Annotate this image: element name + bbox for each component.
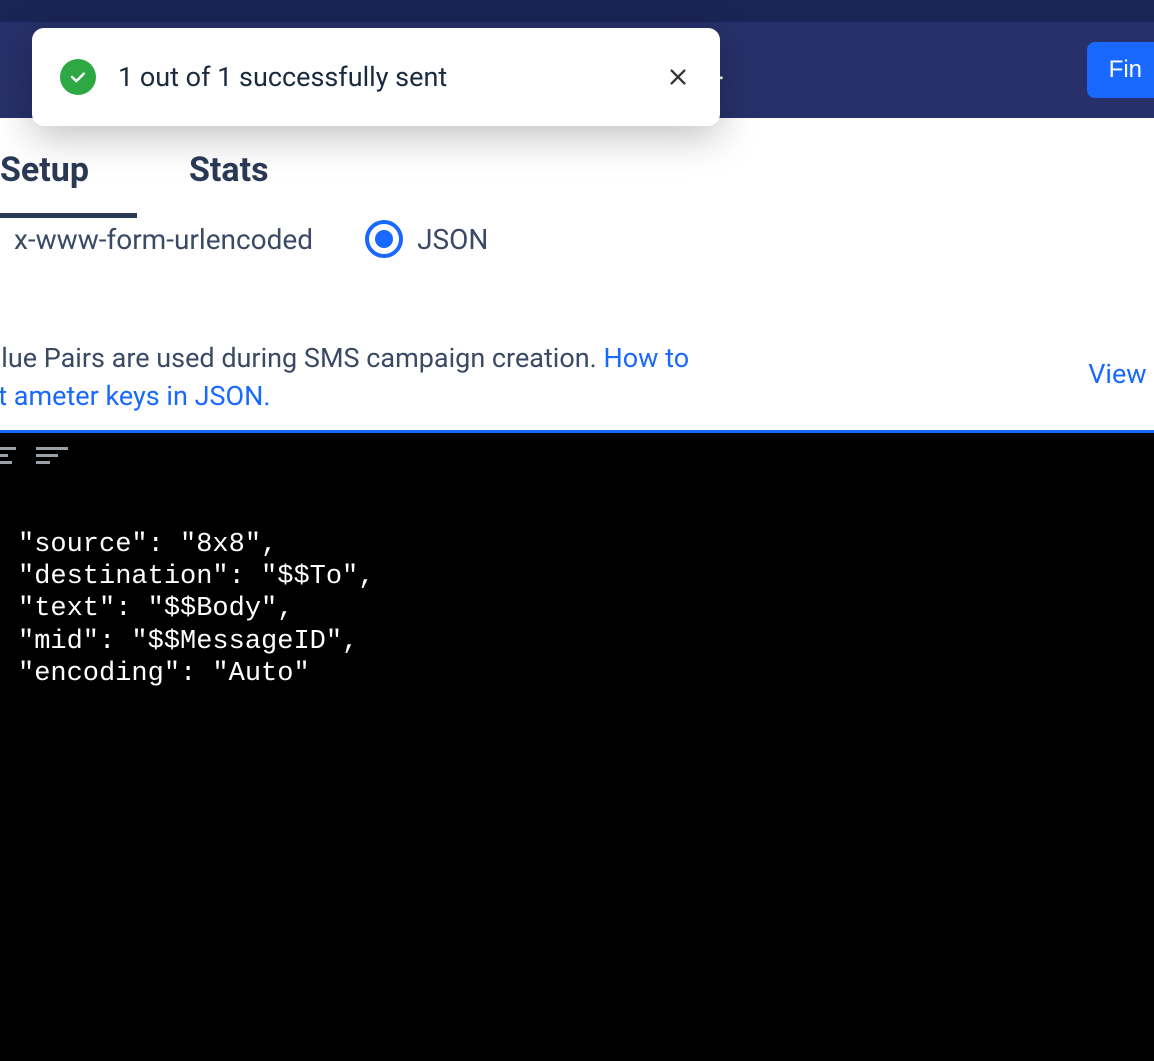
- toast-close-button[interactable]: [664, 63, 692, 91]
- tab-stats[interactable]: Stats: [189, 150, 269, 218]
- finish-button[interactable]: Fin: [1087, 42, 1154, 98]
- tab-setup[interactable]: Setup: [0, 150, 89, 218]
- code-line: "destination": "$$To",: [18, 562, 374, 592]
- toast-notification: 1 out of 1 successfully sent: [32, 28, 720, 126]
- code-toolbar: [0, 433, 1154, 481]
- code-line: "encoding": "Auto": [18, 659, 310, 689]
- radio-option-json[interactable]: JSON: [365, 220, 488, 258]
- tabs-container: Setup Stats: [0, 118, 1154, 218]
- description-row: Value Pairs are used during SMS campaign…: [0, 340, 1154, 416]
- view-sample-link[interactable]: View Sa: [1088, 358, 1154, 390]
- top-bar-dark: [0, 0, 1154, 22]
- success-check-icon: [60, 59, 96, 95]
- radio-label-urlencoded: x-www-form-urlencoded: [14, 223, 313, 256]
- toast-message: 1 out of 1 successfully sent: [118, 61, 664, 93]
- description-plain-text: Value Pairs are used during SMS campaign…: [0, 342, 604, 374]
- code-line: "mid": "$$MessageID",: [18, 627, 358, 657]
- description-text: Value Pairs are used during SMS campaign…: [0, 340, 690, 416]
- radio-circle-selected-icon: [365, 220, 403, 258]
- radio-option-urlencoded[interactable]: x-www-form-urlencoded: [0, 220, 313, 258]
- align-center-icon[interactable]: [36, 445, 68, 469]
- align-left-icon[interactable]: [0, 445, 16, 469]
- code-line: "source": "8x8",: [18, 530, 277, 560]
- code-line: "text": "$$Body",: [18, 594, 293, 624]
- body-type-radio-group: x-www-form-urlencoded JSON: [0, 220, 1154, 258]
- code-editor[interactable]: "source": "8x8", "destination": "$$To", …: [0, 481, 1154, 1061]
- radio-inner-dot: [375, 230, 393, 248]
- radio-label-json: JSON: [417, 223, 488, 256]
